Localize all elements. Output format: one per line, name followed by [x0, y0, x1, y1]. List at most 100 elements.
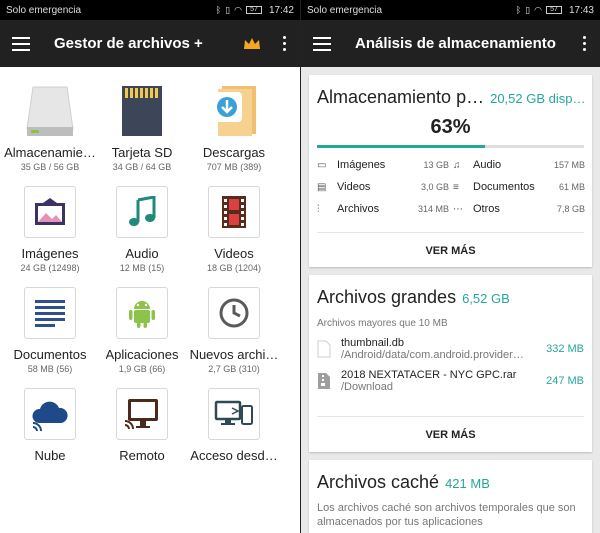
- grid-item-sub: 18 GB (1204): [206, 263, 262, 273]
- grid-item-cloud[interactable]: Nube: [4, 386, 96, 487]
- ellipsis-icon: ⋯: [453, 203, 463, 215]
- grid-item-remote-access[interactable]: Acceso desd…: [188, 386, 280, 487]
- grid-item-label: Nube: [34, 448, 66, 463]
- document-lines-icon: ≡: [453, 181, 459, 193]
- file-size: 332 MB: [546, 343, 584, 355]
- app-bar: Gestor de archivos +: [0, 20, 300, 67]
- grid-item-label: Remoto: [119, 448, 165, 463]
- carrier-label: Solo emergencia: [6, 4, 82, 16]
- status-bar: Solo emergencia ᛒ ▯ ◠ 57 17:42: [0, 0, 300, 20]
- grid-item-sub: 58 MB (56): [27, 364, 73, 374]
- grid-item-documents[interactable]: Documentos 58 MB (56): [4, 285, 96, 386]
- grid-item-label: Tarjeta SD: [111, 145, 173, 160]
- grid-item-sub: 12 MB (15): [119, 263, 165, 273]
- file-path: /Android/data/com.android.provider…: [341, 349, 524, 361]
- vibrate-icon: ▯: [225, 4, 231, 15]
- grid-item-downloads[interactable]: Descargas 707 MB (389): [188, 83, 280, 184]
- more-options-icon[interactable]: [279, 36, 290, 51]
- category-documents[interactable]: ≡ Documentos 61 MB: [453, 180, 589, 194]
- hard-drive-icon: [26, 86, 74, 136]
- grid-item-label: Acceso desd…: [190, 448, 278, 463]
- cloud-icon: [32, 401, 68, 431]
- clock-icon: [219, 298, 249, 328]
- clock: 17:43: [568, 4, 594, 16]
- battery-icon: 57: [245, 6, 262, 14]
- grid-item-remote[interactable]: Remoto: [96, 386, 188, 487]
- storage-progress-bar: [317, 145, 584, 148]
- bluetooth-icon: ᛒ: [515, 5, 522, 15]
- grid-item-recent-files[interactable]: Nuevos archi… 2,7 GB (310): [188, 285, 280, 386]
- grid-item-sub: 34 GB / 64 GB: [112, 162, 172, 172]
- app-title: Gestor de archivos +: [54, 35, 203, 52]
- cache-size: 421 MB: [445, 476, 490, 491]
- download-folder-icon: [212, 86, 256, 136]
- category-audio[interactable]: ♫ Audio 157 MB: [453, 158, 589, 172]
- wifi-icon: ◠: [534, 4, 542, 15]
- large-files-size: 6,52 GB: [462, 291, 510, 306]
- app-title: Análisis de almacenamiento: [355, 35, 556, 52]
- grid-item-images[interactable]: Imágenes 24 GB (12498): [4, 184, 96, 285]
- archive-icon: ⫶: [317, 203, 320, 215]
- document-lines-icon: [35, 300, 65, 327]
- devices-icon: [214, 400, 253, 425]
- sd-card-icon: [122, 86, 162, 136]
- menu-icon[interactable]: [313, 36, 331, 51]
- grid-item-label: Descargas: [202, 145, 266, 160]
- grid-item-apps[interactable]: Aplicaciones 1,9 GB (66): [96, 285, 188, 386]
- battery-icon: 57: [545, 6, 562, 14]
- grid-item-label: Audio: [125, 246, 159, 261]
- menu-icon[interactable]: [12, 36, 30, 51]
- grid-item-sub: 35 GB / 56 GB: [20, 162, 80, 172]
- archive-file-icon: [318, 373, 330, 389]
- carrier-label: Solo emergencia: [307, 4, 383, 16]
- grid-item-label: Imágenes: [21, 246, 79, 261]
- grid-item-sub: 707 MB (389): [206, 162, 262, 172]
- category-images[interactable]: ▭ Imágenes 13 GB: [317, 158, 453, 172]
- app-bar: Análisis de almacenamiento: [301, 20, 600, 67]
- list-item[interactable]: 2018 NEXTATACER - NYC GPC.rar /Download …: [309, 369, 592, 393]
- file-name: 2018 NEXTATACER - NYC GPC.rar: [341, 369, 517, 381]
- storage-progress-fill: [317, 145, 486, 148]
- music-note-icon: [129, 196, 156, 226]
- file-size: 247 MB: [546, 375, 584, 387]
- file-path: /Download: [341, 381, 393, 393]
- vibrate-icon: ▯: [525, 4, 531, 15]
- storage-categories: ▭ Imágenes 13 GB ♫ Audio 157 MB ▤ Videos…: [309, 148, 592, 216]
- large-files-title: Archivos grandes: [317, 287, 457, 307]
- storage-card: Almacenamiento p… 20,52 GB disp… 63% ▭ I…: [309, 75, 592, 267]
- monitor-icon: [124, 399, 158, 430]
- bluetooth-icon: ᛒ: [215, 5, 222, 15]
- grid-item-audio[interactable]: Audio 12 MB (15): [96, 184, 188, 285]
- clock: 17:42: [268, 4, 294, 16]
- grid-item-label: Documentos: [13, 347, 87, 362]
- large-files-card: Archivos grandes 6,52 GB Archivos mayore…: [309, 275, 592, 452]
- film-icon: [222, 196, 246, 228]
- see-more-storage-button[interactable]: VER MÁS: [309, 245, 592, 257]
- grid-item-sub: 1,9 GB (66): [118, 364, 166, 374]
- crown-icon[interactable]: [243, 37, 261, 51]
- see-more-large-files-button[interactable]: VER MÁS: [309, 429, 592, 441]
- image-icon: [35, 198, 65, 225]
- category-archives[interactable]: ⫶ Archivos 314 MB: [317, 202, 453, 216]
- file-name: thumbnail.db: [341, 337, 404, 349]
- image-icon: ▭: [317, 159, 327, 171]
- storage-percent: 63%: [430, 116, 471, 138]
- grid-item-sd-card[interactable]: Tarjeta SD 34 GB / 64 GB: [96, 83, 188, 184]
- divider: [317, 232, 584, 233]
- cache-title: Archivos caché: [317, 472, 440, 492]
- list-item[interactable]: thumbnail.db /Android/data/com.android.p…: [309, 337, 592, 361]
- category-others[interactable]: ⋯ Otros 7,8 GB: [453, 202, 589, 216]
- category-grid: Almacenamie… 35 GB / 56 GB Tarjeta SD 34…: [0, 67, 300, 487]
- divider: [317, 416, 584, 417]
- grid-item-sub: 2,7 GB (310): [208, 364, 260, 374]
- more-options-icon[interactable]: [579, 36, 590, 51]
- grid-item-label: Nuevos archi…: [189, 347, 279, 362]
- grid-item-internal-storage[interactable]: Almacenamie… 35 GB / 56 GB: [4, 83, 96, 184]
- large-files-desc: Archivos mayores que 10 MB: [317, 318, 448, 329]
- grid-item-videos[interactable]: Videos 18 GB (1204): [188, 184, 280, 285]
- storage-card-title: Almacenamiento p…: [317, 87, 485, 107]
- wifi-icon: ◠: [234, 4, 242, 15]
- storage-analysis-screen: Solo emergencia ᛒ ▯ ◠ 57 17:43 Análisis …: [300, 0, 600, 533]
- category-videos[interactable]: ▤ Videos 3,0 GB: [317, 180, 453, 194]
- grid-item-label: Aplicaciones: [105, 347, 179, 362]
